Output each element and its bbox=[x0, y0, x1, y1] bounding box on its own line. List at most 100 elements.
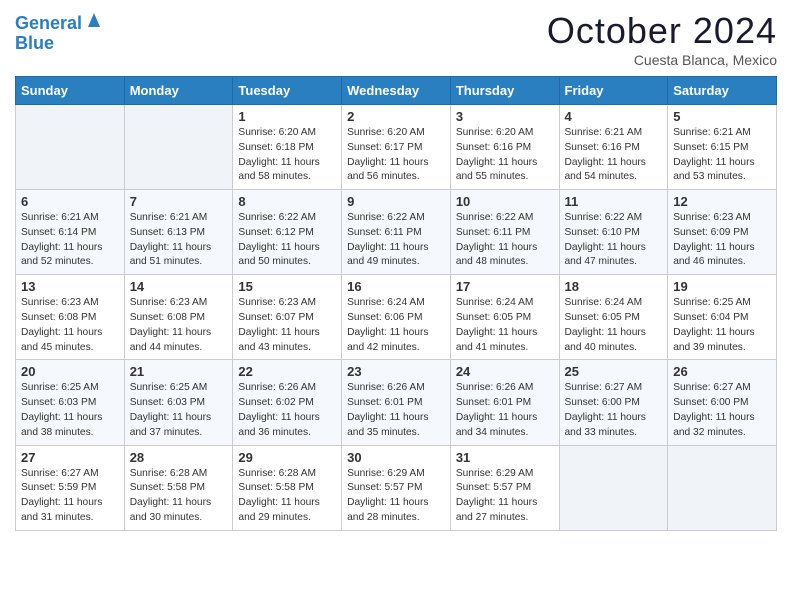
table-row: 19 Sunrise: 6:25 AMSunset: 6:04 PMDayligh… bbox=[668, 275, 777, 360]
day-number: 28 bbox=[130, 450, 228, 465]
day-info: Sunrise: 6:23 AMSunset: 6:09 PMDaylight:… bbox=[673, 211, 771, 270]
day-number: 31 bbox=[456, 450, 554, 465]
table-row: 25 Sunrise: 6:27 AMSunset: 6:00 PMDayligh… bbox=[559, 360, 668, 445]
day-info: Sunrise: 6:24 AMSunset: 6:05 PMDaylight:… bbox=[565, 296, 663, 355]
day-number: 18 bbox=[565, 279, 663, 294]
table-row: 13Sunrise: 6:23 AMSunset: 6:08 PMDayligh… bbox=[16, 275, 125, 360]
table-row: 28Sunrise: 6:28 AMSunset: 5:58 PMDayligh… bbox=[124, 445, 233, 530]
day-number: 29 bbox=[238, 450, 336, 465]
day-number: 14 bbox=[130, 279, 228, 294]
table-row: 11Sunrise: 6:22 AMSunset: 6:10 PMDayligh… bbox=[559, 190, 668, 275]
day-info: Sunrise: 6:28 AMSunset: 5:58 PMDaylight:… bbox=[238, 467, 336, 526]
calendar-week-3: 13Sunrise: 6:23 AMSunset: 6:08 PMDayligh… bbox=[16, 275, 777, 360]
day-info: Sunrise: 6:27 AMSunset: 6:00 PMDaylight:… bbox=[673, 381, 771, 440]
table-row: 1 Sunrise: 6:20 AMSunset: 6:18 PMDaylight… bbox=[233, 105, 342, 190]
day-info: Sunrise: 6:24 AMSunset: 6:05 PMDaylight:… bbox=[456, 296, 554, 355]
day-info: Sunrise: 6:23 AMSunset: 6:08 PMDaylight:… bbox=[21, 296, 119, 355]
day-number: 10 bbox=[456, 194, 554, 209]
header-sunday: Sunday bbox=[16, 77, 125, 105]
table-row: 30 Sunrise: 6:29 AMSunset: 5:57 PMDayligh… bbox=[342, 445, 451, 530]
day-number: 25 bbox=[565, 364, 663, 379]
table-row: 23Sunrise: 6:26 AMSunset: 6:01 PMDayligh… bbox=[342, 360, 451, 445]
logo-triangle-icon bbox=[84, 9, 104, 29]
table-row: 10Sunrise: 6:22 AMSunset: 6:11 PMDayligh… bbox=[450, 190, 559, 275]
day-number: 3 bbox=[456, 109, 554, 124]
table-row: 22Sunrise: 6:26 AMSunset: 6:02 PMDayligh… bbox=[233, 360, 342, 445]
month-title: October 2024 bbox=[547, 10, 777, 52]
table-row: 24 Sunrise: 6:26 AMSunset: 6:01 PMDayligh… bbox=[450, 360, 559, 445]
table-row: 26 Sunrise: 6:27 AMSunset: 6:00 PMDayligh… bbox=[668, 360, 777, 445]
table-row: 6 Sunrise: 6:21 AMSunset: 6:14 PMDaylight… bbox=[16, 190, 125, 275]
day-number: 21 bbox=[130, 364, 228, 379]
table-row: 7Sunrise: 6:21 AMSunset: 6:13 PMDaylight… bbox=[124, 190, 233, 275]
day-info: Sunrise: 6:24 AMSunset: 6:06 PMDaylight:… bbox=[347, 296, 445, 355]
day-info: Sunrise: 6:25 AMSunset: 6:03 PMDaylight:… bbox=[21, 381, 119, 440]
day-number: 27 bbox=[21, 450, 119, 465]
location: Cuesta Blanca, Mexico bbox=[547, 52, 777, 68]
day-number: 5 bbox=[673, 109, 771, 124]
day-number: 19 bbox=[673, 279, 771, 294]
calendar-week-2: 6 Sunrise: 6:21 AMSunset: 6:14 PMDaylight… bbox=[16, 190, 777, 275]
header-thursday: Thursday bbox=[450, 77, 559, 105]
header-saturday: Saturday bbox=[668, 77, 777, 105]
calendar-week-5: 27 Sunrise: 6:27 AMSunset: 5:59 PMDayligh… bbox=[16, 445, 777, 530]
table-row: 16 Sunrise: 6:24 AMSunset: 6:06 PMDayligh… bbox=[342, 275, 451, 360]
day-number: 1 bbox=[238, 109, 336, 124]
day-info: Sunrise: 6:21 AMSunset: 6:15 PMDaylight:… bbox=[673, 126, 771, 185]
day-info: Sunrise: 6:22 AMSunset: 6:11 PMDaylight:… bbox=[347, 211, 445, 270]
logo-line1: General bbox=[15, 14, 82, 34]
day-info: Sunrise: 6:22 AMSunset: 6:12 PMDaylight:… bbox=[238, 211, 336, 270]
day-info: Sunrise: 6:26 AMSunset: 6:01 PMDaylight:… bbox=[347, 381, 445, 440]
calendar-week-4: 20Sunrise: 6:25 AMSunset: 6:03 PMDayligh… bbox=[16, 360, 777, 445]
table-row: 20Sunrise: 6:25 AMSunset: 6:03 PMDayligh… bbox=[16, 360, 125, 445]
day-number: 6 bbox=[21, 194, 119, 209]
header-tuesday: Tuesday bbox=[233, 77, 342, 105]
day-info: Sunrise: 6:25 AMSunset: 6:03 PMDaylight:… bbox=[130, 381, 228, 440]
table-row: 4Sunrise: 6:21 AMSunset: 6:16 PMDaylight… bbox=[559, 105, 668, 190]
table-row: 18 Sunrise: 6:24 AMSunset: 6:05 PMDayligh… bbox=[559, 275, 668, 360]
calendar-header-row: Sunday Monday Tuesday Wednesday Thursday… bbox=[16, 77, 777, 105]
day-number: 16 bbox=[347, 279, 445, 294]
day-number: 2 bbox=[347, 109, 445, 124]
day-info: Sunrise: 6:29 AMSunset: 5:57 PMDaylight:… bbox=[347, 467, 445, 526]
day-info: Sunrise: 6:29 AMSunset: 5:57 PMDaylight:… bbox=[456, 467, 554, 526]
day-number: 26 bbox=[673, 364, 771, 379]
table-row: 29 Sunrise: 6:28 AMSunset: 5:58 PMDayligh… bbox=[233, 445, 342, 530]
day-number: 7 bbox=[130, 194, 228, 209]
day-info: Sunrise: 6:21 AMSunset: 6:16 PMDaylight:… bbox=[565, 126, 663, 185]
day-info: Sunrise: 6:22 AMSunset: 6:10 PMDaylight:… bbox=[565, 211, 663, 270]
table-row: 27 Sunrise: 6:27 AMSunset: 5:59 PMDayligh… bbox=[16, 445, 125, 530]
day-number: 17 bbox=[456, 279, 554, 294]
logo: General Blue bbox=[15, 14, 104, 54]
table-row: 5 Sunrise: 6:21 AMSunset: 6:15 PMDaylight… bbox=[668, 105, 777, 190]
day-number: 15 bbox=[238, 279, 336, 294]
day-number: 30 bbox=[347, 450, 445, 465]
header-wednesday: Wednesday bbox=[342, 77, 451, 105]
logo-line2: Blue bbox=[15, 34, 104, 54]
day-info: Sunrise: 6:23 AMSunset: 6:08 PMDaylight:… bbox=[130, 296, 228, 355]
page: General Blue October 2024 Cuesta Blanca,… bbox=[0, 0, 792, 612]
table-row: 12 Sunrise: 6:23 AMSunset: 6:09 PMDayligh… bbox=[668, 190, 777, 275]
table-row: 17 Sunrise: 6:24 AMSunset: 6:05 PMDayligh… bbox=[450, 275, 559, 360]
table-row bbox=[16, 105, 125, 190]
header-monday: Monday bbox=[124, 77, 233, 105]
header: General Blue October 2024 Cuesta Blanca,… bbox=[15, 10, 777, 68]
table-row: 8Sunrise: 6:22 AMSunset: 6:12 PMDaylight… bbox=[233, 190, 342, 275]
header-friday: Friday bbox=[559, 77, 668, 105]
day-info: Sunrise: 6:25 AMSunset: 6:04 PMDaylight:… bbox=[673, 296, 771, 355]
table-row: 21 Sunrise: 6:25 AMSunset: 6:03 PMDayligh… bbox=[124, 360, 233, 445]
day-info: Sunrise: 6:26 AMSunset: 6:01 PMDaylight:… bbox=[456, 381, 554, 440]
table-row: 9 Sunrise: 6:22 AMSunset: 6:11 PMDaylight… bbox=[342, 190, 451, 275]
table-row: 3Sunrise: 6:20 AMSunset: 6:16 PMDaylight… bbox=[450, 105, 559, 190]
day-number: 12 bbox=[673, 194, 771, 209]
day-number: 22 bbox=[238, 364, 336, 379]
table-row bbox=[559, 445, 668, 530]
day-info: Sunrise: 6:20 AMSunset: 6:18 PMDaylight:… bbox=[238, 126, 336, 185]
day-number: 9 bbox=[347, 194, 445, 209]
day-number: 24 bbox=[456, 364, 554, 379]
day-info: Sunrise: 6:27 AMSunset: 5:59 PMDaylight:… bbox=[21, 467, 119, 526]
day-info: Sunrise: 6:21 AMSunset: 6:14 PMDaylight:… bbox=[21, 211, 119, 270]
logo-text-block: General Blue bbox=[15, 14, 104, 54]
day-info: Sunrise: 6:27 AMSunset: 6:00 PMDaylight:… bbox=[565, 381, 663, 440]
table-row: 31 Sunrise: 6:29 AMSunset: 5:57 PMDayligh… bbox=[450, 445, 559, 530]
